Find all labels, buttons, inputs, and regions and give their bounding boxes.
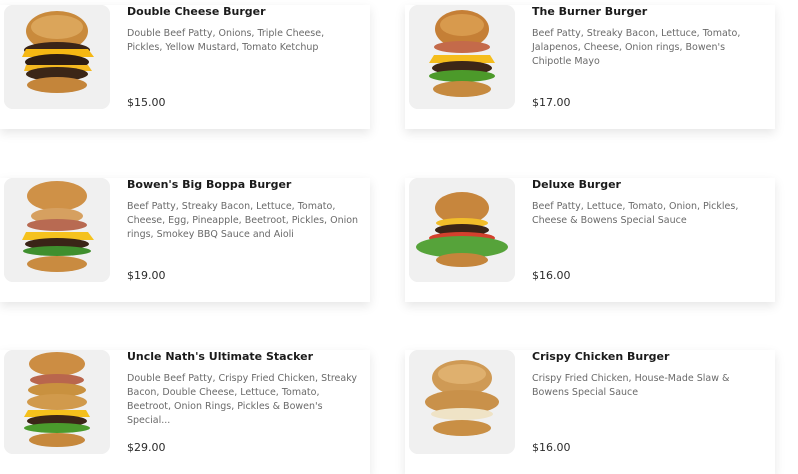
item-price: $15.00 — [127, 96, 166, 109]
item-description: Double Beef Patty, Crispy Fried Chicken,… — [127, 373, 357, 426]
burger-image[interactable] — [409, 5, 515, 109]
item-name[interactable]: Deluxe Burger — [532, 178, 621, 191]
item-price: $16.00 — [532, 441, 571, 454]
ultimate-stacker-burger-image — [4, 350, 110, 454]
menu-item-card[interactable]: Bowen's Big Boppa Burger Beef Patty, Str… — [0, 178, 370, 302]
item-name[interactable]: Crispy Chicken Burger — [532, 350, 669, 363]
menu-item-card[interactable]: The Burner Burger Beef Patty, Streaky Ba… — [405, 5, 775, 129]
item-description: Crispy Fried Chicken, House-Made Slaw & … — [532, 373, 730, 398]
big-boppa-burger-image — [4, 178, 110, 282]
item-description: Beef Patty, Streaky Bacon, Lettuce, Toma… — [127, 201, 359, 240]
item-description: Double Beef Patty, Onions, Triple Cheese… — [127, 28, 325, 53]
item-description: Beef Patty, Streaky Bacon, Lettuce, Toma… — [532, 28, 741, 67]
menu-item-card[interactable]: Double Cheese Burger Double Beef Patty, … — [0, 5, 370, 129]
burger-image[interactable] — [4, 5, 110, 109]
burger-image[interactable] — [4, 178, 110, 282]
crispy-chicken-burger-image — [409, 350, 515, 454]
item-price: $16.00 — [532, 269, 571, 282]
item-name[interactable]: Bowen's Big Boppa Burger — [127, 178, 291, 191]
deluxe-burger-image — [409, 178, 515, 282]
burger-image[interactable] — [4, 350, 110, 454]
burger-image[interactable] — [409, 350, 515, 454]
item-name[interactable]: The Burner Burger — [532, 5, 647, 18]
item-name[interactable]: Double Cheese Burger — [127, 5, 266, 18]
menu-item-card[interactable]: Deluxe Burger Beef Patty, Lettuce, Tomat… — [405, 178, 775, 302]
burner-burger-image — [409, 5, 515, 109]
menu-item-card[interactable]: Crispy Chicken Burger Crispy Fried Chick… — [405, 350, 775, 474]
item-price: $29.00 — [127, 441, 166, 454]
burger-image[interactable] — [409, 178, 515, 282]
item-price: $17.00 — [532, 96, 571, 109]
double-cheese-burger-image — [4, 5, 110, 109]
menu-item-card[interactable]: Uncle Nath's Ultimate Stacker Double Bee… — [0, 350, 370, 474]
item-name[interactable]: Uncle Nath's Ultimate Stacker — [127, 350, 313, 363]
item-description: Beef Patty, Lettuce, Tomato, Onion, Pick… — [532, 201, 739, 226]
item-price: $19.00 — [127, 269, 166, 282]
